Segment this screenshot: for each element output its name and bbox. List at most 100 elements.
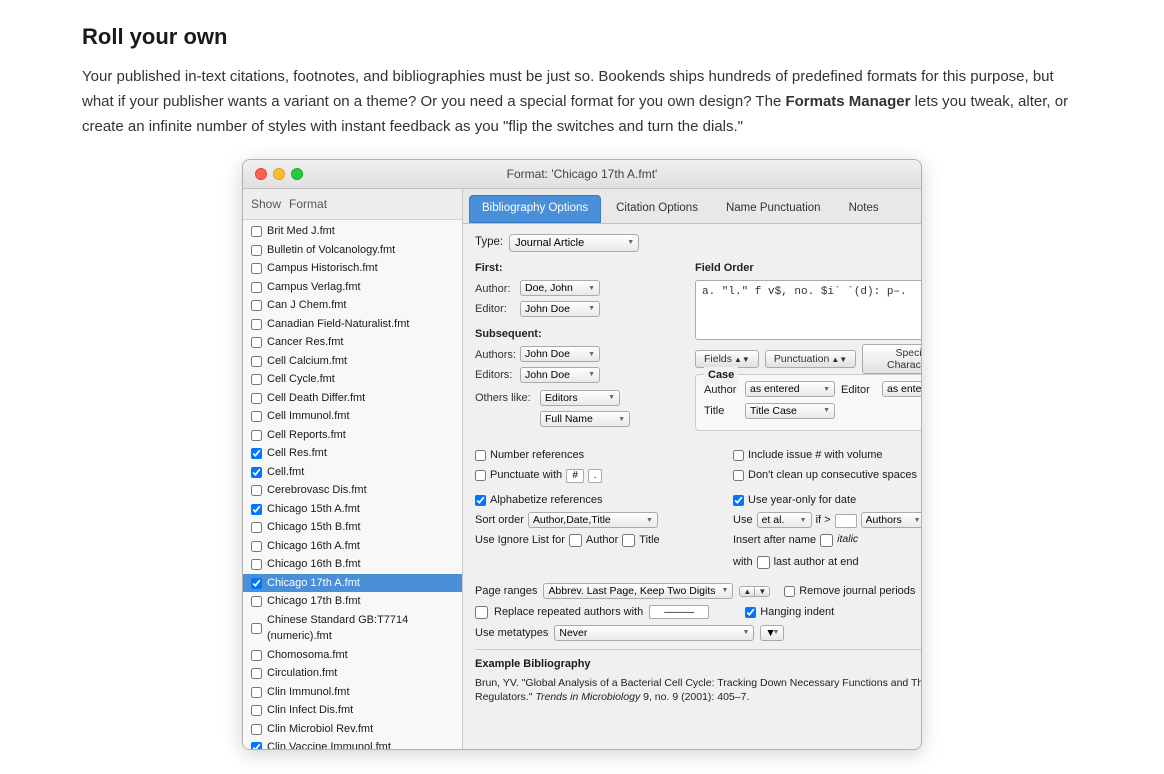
list-item[interactable]: Cell Death Differ.fmt [243,389,462,408]
list-item[interactable]: Clin Infect Dis.fmt [243,701,462,720]
item-checkbox[interactable] [251,596,262,607]
page-ranges-select[interactable]: Abbrev. Last Page, Keep Two Digits [543,583,733,599]
close-button[interactable] [255,168,267,180]
metatypes-arrow-select[interactable]: ▼ [760,625,784,641]
hanging-indent-checkbox[interactable] [745,607,756,618]
tab-citation-options[interactable]: Citation Options [603,195,711,222]
item-checkbox[interactable] [251,559,262,570]
list-item[interactable]: Can J Chem.fmt [243,296,462,315]
case-title-select[interactable]: Title Case [745,403,835,419]
list-item[interactable]: Chicago 16th A.fmt [243,537,462,556]
list-item[interactable]: Chicago 16th B.fmt [243,555,462,574]
item-checkbox[interactable] [251,504,262,515]
list-item[interactable]: Clin Immunol.fmt [243,683,462,702]
item-checkbox[interactable] [251,705,262,716]
show-label[interactable]: Show [251,195,281,213]
list-item[interactable]: Cell Reports.fmt [243,426,462,445]
item-checkbox[interactable] [251,226,262,237]
list-item[interactable]: Circulation.fmt [243,664,462,683]
item-checkbox[interactable] [251,650,262,661]
item-checkbox[interactable] [251,245,262,256]
insert-after-checkbox[interactable] [820,534,833,547]
include-issue-checkbox[interactable] [733,450,744,461]
editor-select[interactable]: John Doe [520,301,600,317]
list-item[interactable]: Cell Calcium.fmt [243,352,462,371]
last-author-checkbox[interactable] [757,556,770,569]
item-checkbox[interactable] [251,393,262,404]
ignore-title-checkbox[interactable] [622,534,635,547]
punctuate-dot-input[interactable] [588,469,602,483]
ignore-author-checkbox[interactable] [569,534,582,547]
item-checkbox[interactable] [251,541,262,552]
item-checkbox[interactable] [251,337,262,348]
stepper-down-button[interactable]: ▼ [754,587,769,596]
item-checkbox[interactable] [251,724,262,735]
authors-dropdown[interactable]: Authors [861,512,922,528]
remove-journal-checkbox[interactable] [784,586,795,597]
item-checkbox[interactable] [251,374,262,385]
et-al-select[interactable]: et al. [757,512,812,528]
list-item[interactable]: Brit Med J.fmt [243,222,462,241]
number-refs-checkbox[interactable] [475,450,486,461]
item-checkbox[interactable] [251,300,262,311]
tab-notes[interactable]: Notes [836,195,892,222]
list-item[interactable]: Cell Immunol.fmt [243,407,462,426]
use-year-checkbox[interactable] [733,495,744,506]
item-checkbox[interactable] [251,448,262,459]
item-checkbox[interactable] [251,263,262,274]
authors-select[interactable]: John Doe [520,346,600,362]
alphabetize-checkbox[interactable] [475,495,486,506]
list-item[interactable]: Chinese Standard GB:T7714 (numeric).fmt [243,611,462,646]
list-item[interactable]: Bulletin of Volcanology.fmt [243,241,462,260]
author-select[interactable]: Doe, John [520,280,600,296]
list-item[interactable]: Chicago 15th A.fmt [243,500,462,519]
list-item[interactable]: Clin Microbiol Rev.fmt [243,720,462,739]
maximize-button[interactable] [291,168,303,180]
list-item[interactable]: Cerebrovasc Dis.fmt [243,481,462,500]
list-item[interactable]: Campus Verlag.fmt [243,278,462,297]
tab-bibliography-options[interactable]: Bibliography Options [469,195,601,222]
metatypes-select[interactable]: Never [554,625,754,641]
type-select[interactable]: Journal Article [509,234,639,252]
item-checkbox[interactable] [251,319,262,330]
list-item[interactable]: Clin Vaccine Immunol.fmt [243,738,462,749]
punctuation-button[interactable]: Punctuation ▲▼ [765,350,856,368]
list-item[interactable]: Cell Res.fmt [243,444,462,463]
list-item[interactable]: Chicago 15th B.fmt [243,518,462,537]
item-checkbox[interactable] [251,623,262,634]
list-item[interactable]: Canadian Field-Naturalist.fmt [243,315,462,334]
item-checkbox[interactable] [251,687,262,698]
list-item-selected[interactable]: Chicago 17th A.fmt [243,574,462,593]
special-chars-button[interactable]: Special Characters ▲▼ [862,344,922,374]
punctuate-hash-input[interactable] [566,469,584,483]
editors-select[interactable]: John Doe [520,367,600,383]
dont-clean-checkbox[interactable] [733,470,744,481]
list-item[interactable]: Campus Historisch.fmt [243,259,462,278]
et-al-num-input[interactable] [835,514,857,528]
stepper-up-button[interactable]: ▲ [740,587,754,596]
item-checkbox[interactable] [251,411,262,422]
case-author-select[interactable]: as entered [745,381,835,397]
others-like-select[interactable]: Editors [540,390,620,406]
field-order-box[interactable]: a. "l." f v$, no. $i` `(d): p–. [695,280,922,340]
item-checkbox[interactable] [251,356,262,367]
minimize-button[interactable] [273,168,285,180]
item-checkbox[interactable] [251,485,262,496]
replace-repeated-checkbox[interactable] [475,606,488,619]
format-label[interactable]: Format [289,195,327,213]
list-item[interactable]: Chicago 17th B.fmt [243,592,462,611]
full-name-select[interactable]: Full Name [540,411,630,427]
fields-button[interactable]: Fields ▲▼ [695,350,759,368]
punctuate-with-checkbox[interactable] [475,470,486,481]
item-checkbox[interactable] [251,742,262,749]
sort-order-select[interactable]: Author,Date,Title [528,512,658,528]
item-checkbox[interactable] [251,430,262,441]
item-checkbox[interactable] [251,467,262,478]
list-item[interactable]: Cancer Res.fmt [243,333,462,352]
replace-repeated-input[interactable] [649,605,709,619]
item-checkbox[interactable] [251,522,262,533]
tab-name-punctuation[interactable]: Name Punctuation [713,195,834,222]
case-editor-select[interactable]: as entered [882,381,922,397]
list-item[interactable]: Cell Cycle.fmt [243,370,462,389]
list-item[interactable]: Chomosoma.fmt [243,646,462,665]
